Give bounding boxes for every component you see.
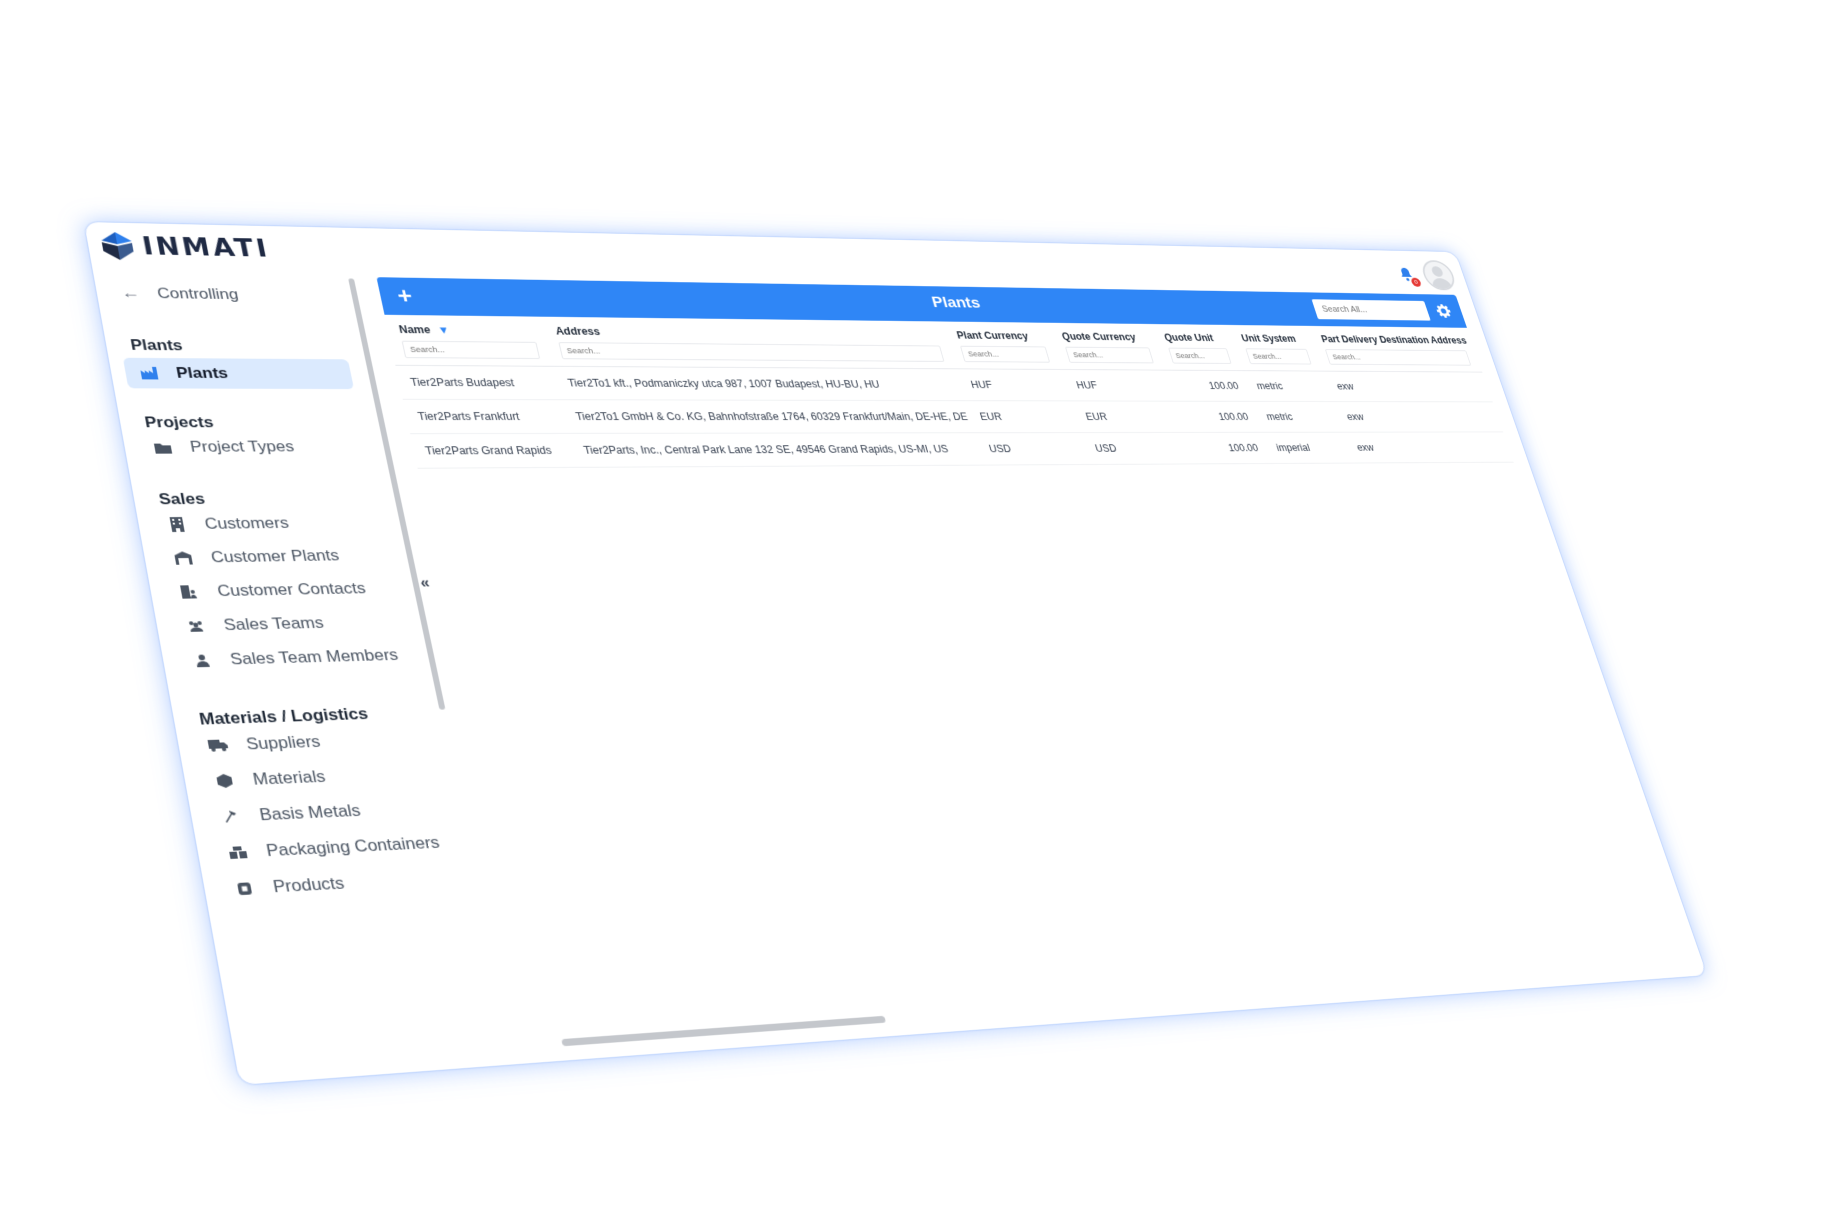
cell-unit-system: metric bbox=[1242, 370, 1333, 402]
cell-address: Tier2Parts, Inc., Central Park Lane 132 … bbox=[568, 432, 984, 468]
boxes-icon bbox=[227, 843, 250, 862]
brand-logo[interactable]: INMATI bbox=[100, 231, 273, 263]
cell-delivery-address: exw bbox=[1332, 401, 1504, 433]
factory-icon bbox=[138, 365, 159, 381]
sidebar-item-packaging-containers[interactable]: Packaging Containers bbox=[225, 826, 443, 870]
cell-plant-currency: HUF bbox=[956, 368, 1072, 401]
plants-table: Name ▼ Address Plant Currency Quote Curre… bbox=[385, 315, 1514, 469]
sidebar-item-sales-team-members[interactable]: Sales Team Members bbox=[190, 639, 401, 677]
filter-delivery-address-input[interactable] bbox=[1324, 349, 1472, 366]
sidebar-item-label: Customer Contacts bbox=[215, 579, 368, 600]
sidebar-item-customer-contacts[interactable]: Customer Contacts bbox=[177, 573, 368, 608]
cube-icon bbox=[213, 772, 235, 791]
truck-icon bbox=[207, 736, 229, 754]
app-window: INMATI 0 ← Controlling Plants Plants Pro… bbox=[84, 222, 1708, 1085]
chip-icon bbox=[233, 879, 256, 898]
team-icon bbox=[185, 617, 207, 635]
sidebar-item-label: Basis Metals bbox=[257, 801, 363, 825]
cell-address: Tier2To1 kft., Podmaniczky utca 987, 100… bbox=[552, 366, 966, 401]
back-to-controlling[interactable]: ← Controlling bbox=[119, 283, 240, 303]
column-header-name[interactable]: Name ▼ bbox=[385, 315, 547, 339]
notification-count-badge: 0 bbox=[1410, 277, 1423, 287]
filter-address-input[interactable] bbox=[558, 342, 945, 362]
group-title-projects: Projects bbox=[143, 413, 215, 431]
notification-bell-icon[interactable]: 0 bbox=[1394, 265, 1423, 287]
cell-quote-unit: 100.00 bbox=[1165, 370, 1253, 402]
table-row[interactable]: Tier2Parts Frankfurt Tier2To1 GmbH & Co.… bbox=[402, 399, 1504, 434]
cell-name: Tier2Parts Budapest bbox=[395, 365, 561, 400]
column-header-plant-currency[interactable]: Plant Currency bbox=[943, 322, 1054, 344]
folder-icon bbox=[152, 439, 173, 455]
column-header-unit-system[interactable]: Unit System bbox=[1228, 325, 1314, 346]
cell-plant-currency: USD bbox=[974, 432, 1091, 466]
group-title-plants: Plants bbox=[129, 336, 184, 354]
warehouse-icon bbox=[172, 550, 194, 567]
cell-delivery-address: exw bbox=[1342, 431, 1514, 464]
sidebar-item-products[interactable]: Products bbox=[232, 867, 348, 907]
back-label: Controlling bbox=[155, 284, 240, 303]
cell-plant-currency: EUR bbox=[965, 400, 1081, 433]
main-panel: + Plants Name▼ Address Plant Currency Qu… bbox=[376, 277, 1685, 1047]
person-icon bbox=[191, 652, 213, 670]
sidebar-item-label: Customer Plants bbox=[209, 546, 341, 567]
inmati-logo-icon bbox=[101, 232, 134, 260]
cell-quote-currency: HUF bbox=[1062, 369, 1175, 402]
sidebar-item-basis-metals[interactable]: Basis Metals bbox=[219, 794, 364, 834]
sidebar-item-label: Customers bbox=[203, 514, 291, 533]
column-header-quote-currency[interactable]: Quote Currency bbox=[1048, 323, 1157, 345]
sidebar-item-label: Sales Teams bbox=[222, 613, 326, 634]
sidebar-item-project-types[interactable]: Project Types bbox=[151, 432, 297, 463]
filter-quote-currency-input[interactable] bbox=[1065, 346, 1154, 364]
cell-name: Tier2Parts Frankfurt bbox=[402, 399, 569, 434]
sidebar-item-customers[interactable]: Customers bbox=[165, 508, 292, 541]
column-header-part-delivery-destination-address[interactable]: Part Delivery Destination Address bbox=[1308, 326, 1474, 348]
cell-name: Tier2Parts Grand Rapids bbox=[410, 433, 577, 469]
sidebar-item-materials[interactable]: Materials bbox=[212, 760, 328, 798]
sidebar-item-suppliers[interactable]: Suppliers bbox=[206, 725, 324, 762]
cell-quote-currency: EUR bbox=[1071, 400, 1185, 433]
brand-name: INMATI bbox=[139, 231, 273, 263]
contacts-icon bbox=[179, 583, 201, 600]
column-label: Name bbox=[397, 323, 432, 336]
search-all-input[interactable] bbox=[1311, 299, 1431, 321]
sidebar-item-label: Suppliers bbox=[244, 732, 322, 754]
horizontal-scrollbar[interactable] bbox=[561, 1015, 887, 1047]
table-row[interactable]: Tier2Parts Grand Rapids Tier2Parts, Inc.… bbox=[410, 431, 1514, 469]
sort-descending-icon[interactable]: ▼ bbox=[437, 324, 451, 336]
cell-quote-currency: USD bbox=[1080, 432, 1195, 465]
sidebar-item-label: Materials bbox=[251, 767, 327, 789]
cell-address: Tier2To1 GmbH & Co. KG, Bahnhofstraße 17… bbox=[560, 399, 975, 434]
sidebar-item-sales-teams[interactable]: Sales Teams bbox=[184, 607, 327, 642]
sidebar-item-plants[interactable]: Plants bbox=[122, 357, 355, 390]
building-icon bbox=[166, 516, 188, 533]
sidebar-item-label: Products bbox=[271, 873, 346, 897]
sidebar-item-label: Project Types bbox=[188, 437, 296, 456]
sidebar-item-label: Sales Team Members bbox=[228, 645, 400, 669]
group-title-sales: Sales bbox=[157, 490, 207, 508]
cell-quote-unit: 100.00 bbox=[1174, 401, 1263, 433]
column-header-quote-unit[interactable]: Quote Unit bbox=[1151, 324, 1235, 345]
arrow-left-icon: ← bbox=[119, 283, 141, 302]
user-avatar[interactable] bbox=[1418, 260, 1459, 291]
filter-unit-system-input[interactable] bbox=[1245, 348, 1312, 365]
cell-unit-system: imperial bbox=[1262, 432, 1353, 464]
cell-quote-unit: 100.00 bbox=[1184, 432, 1273, 464]
cell-unit-system: metric bbox=[1252, 401, 1343, 433]
hammer-icon bbox=[220, 807, 242, 826]
cell-delivery-address: exw bbox=[1322, 371, 1493, 402]
sidebar-item-label: Packaging Containers bbox=[264, 832, 442, 861]
sidebar-item-label: Plants bbox=[174, 364, 230, 382]
collapse-sidebar-button[interactable]: « bbox=[419, 575, 431, 592]
sidebar-item-customer-plants[interactable]: Customer Plants bbox=[171, 540, 342, 574]
filter-quote-unit-input[interactable] bbox=[1167, 347, 1232, 364]
filter-name-input[interactable] bbox=[401, 340, 541, 359]
table-row[interactable]: Tier2Parts Budapest Tier2To1 kft., Podma… bbox=[395, 365, 1493, 402]
filter-plant-currency-input[interactable] bbox=[960, 345, 1051, 363]
